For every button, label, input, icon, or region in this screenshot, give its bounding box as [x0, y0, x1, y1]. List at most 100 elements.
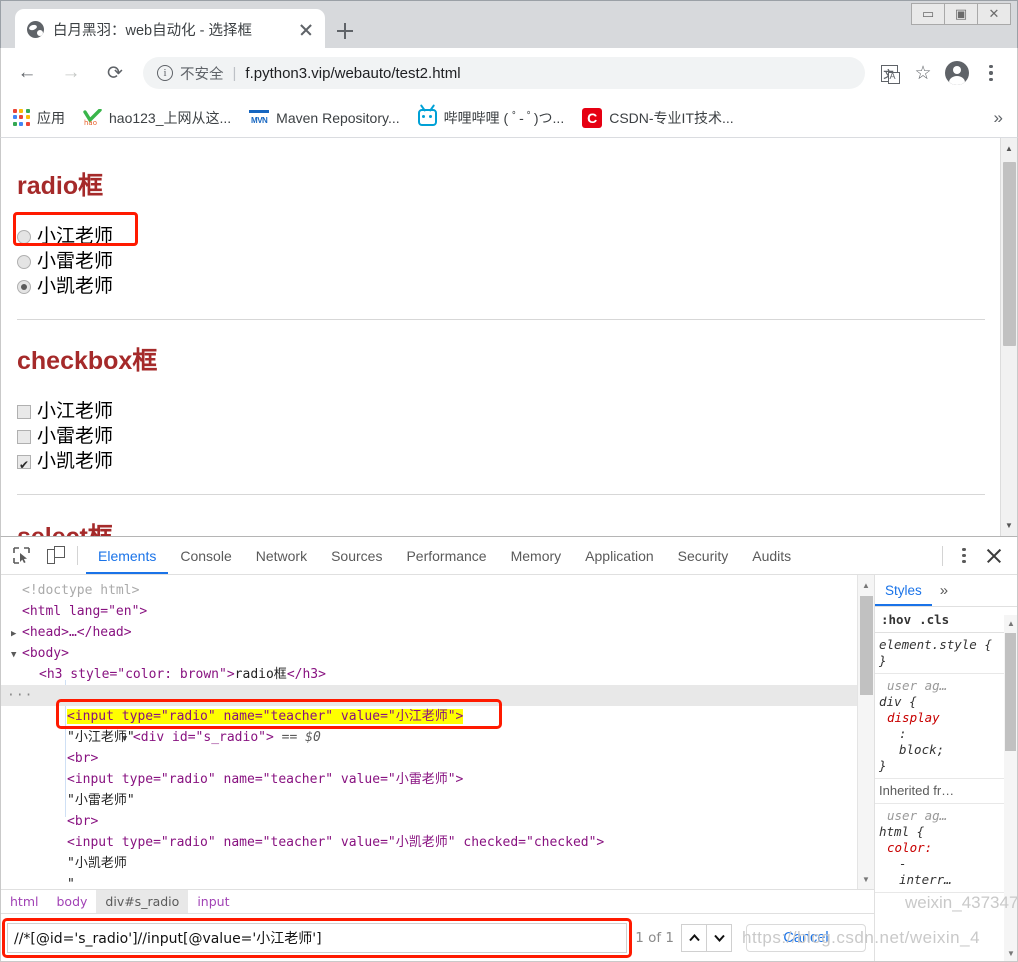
scroll-down-icon[interactable]: ▼: [1006, 947, 1016, 959]
checkbox-option-row[interactable]: 小雷老师: [17, 424, 985, 449]
dom-line[interactable]: "小凯老师: [1, 853, 857, 874]
bookmark-item-maven[interactable]: MVN Maven Repository...: [249, 109, 400, 126]
minimize-button[interactable]: ▭: [911, 3, 945, 25]
dom-line[interactable]: <input type="radio" name="teacher" value…: [1, 706, 857, 727]
bookmarks-overflow-icon[interactable]: »: [994, 108, 1003, 128]
styles-scrollbar[interactable]: ▲ ▼: [1004, 615, 1017, 961]
dom-line-selected[interactable]: ··· ▼ <div id="s_radio"> == $0: [1, 685, 857, 745]
tab-styles[interactable]: Styles: [875, 575, 932, 606]
cls-toggle[interactable]: .cls: [919, 612, 949, 627]
radio-option-row[interactable]: 小江老师: [17, 224, 985, 249]
breadcrumb-body[interactable]: body: [47, 890, 96, 913]
dom-line[interactable]: <input type="radio" name="teacher" value…: [1, 769, 857, 790]
bookmark-item-apps[interactable]: 应用: [13, 108, 65, 128]
checkbox-input[interactable]: [17, 429, 31, 444]
radio-option-row[interactable]: 小雷老师: [17, 249, 985, 274]
tab-memory[interactable]: Memory: [499, 537, 574, 574]
radio-input[interactable]: [17, 279, 31, 294]
checkbox-option-row[interactable]: 小凯老师: [17, 449, 985, 478]
scroll-up-icon[interactable]: ▲: [1001, 140, 1017, 157]
search-prev-button[interactable]: [681, 923, 707, 952]
styles-scrollbar-thumb[interactable]: [1005, 633, 1016, 751]
tab-console[interactable]: Console: [168, 537, 243, 574]
scroll-up-icon[interactable]: ▲: [858, 577, 874, 593]
forward-button[interactable]: →: [53, 55, 89, 91]
close-window-button[interactable]: ✕: [977, 3, 1011, 25]
tab-audits[interactable]: Audits: [740, 537, 803, 574]
tab-security[interactable]: Security: [666, 537, 741, 574]
tab-elements[interactable]: Elements: [86, 537, 169, 574]
search-next-button[interactable]: [706, 923, 732, 952]
dom-line[interactable]: <!doctype html>: [1, 580, 857, 601]
tab-network[interactable]: Network: [244, 537, 319, 574]
bookmark-star-icon[interactable]: ☆: [907, 57, 939, 89]
maximize-icon: ▣: [954, 6, 968, 22]
dom-scrollbar[interactable]: ▲ ▼: [857, 575, 874, 889]
bookmark-item-bilibili[interactable]: 哔哩哔哩 ( ﾟ- ﾟ)つ...: [417, 104, 564, 128]
radio-option-row[interactable]: 小凯老师: [17, 274, 985, 299]
dom-line[interactable]: <input type="radio" name="teacher" value…: [1, 832, 857, 853]
dom-line[interactable]: "小雷老师": [1, 790, 857, 811]
address-bar[interactable]: i 不安全 | f.python3.vip/webauto/test2.html: [143, 57, 865, 89]
new-tab-button[interactable]: [333, 19, 357, 43]
checkbox-input[interactable]: [17, 404, 31, 419]
styles-more-icon[interactable]: »: [940, 582, 948, 599]
tab-performance[interactable]: Performance: [394, 537, 498, 574]
browser-tab[interactable]: 白月黑羽：web自动化 - 选择框: [15, 9, 325, 49]
page-scrollbar[interactable]: ▲ ▼: [1000, 138, 1017, 536]
close-icon[interactable]: [295, 18, 317, 40]
reload-button[interactable]: ⟳: [97, 55, 133, 91]
scroll-up-icon[interactable]: ▲: [1006, 617, 1016, 629]
radio-input[interactable]: [17, 254, 31, 269]
dom-scrollbar-thumb[interactable]: [860, 596, 873, 695]
radio-input[interactable]: [17, 229, 31, 244]
inspect-element-icon[interactable]: [8, 542, 35, 569]
bookmark-item-csdn[interactable]: C CSDN-专业IT技术...: [582, 107, 734, 128]
search-input[interactable]: [7, 922, 628, 953]
scroll-down-icon[interactable]: ▼: [858, 871, 874, 887]
dom-line[interactable]: "小江老师": [1, 727, 857, 748]
cancel-button[interactable]: Cancel: [746, 923, 866, 952]
dom-line[interactable]: <h3 style="color: brown">radio框</h3>: [1, 664, 857, 685]
bookmark-item-hao123[interactable]: hao hao123_上网从这...: [83, 108, 231, 128]
style-rule-html[interactable]: user ag… html { color: - interr…: [875, 804, 1004, 893]
dom-line[interactable]: ▼ <body>: [1, 643, 857, 664]
avatar[interactable]: [941, 57, 973, 89]
devtools-kebab-menu-icon[interactable]: [953, 547, 975, 564]
maximize-button[interactable]: ▣: [944, 3, 978, 25]
device-toolbar-icon[interactable]: [42, 542, 69, 569]
checkbox-input[interactable]: [17, 453, 31, 478]
overflow-dots-icon[interactable]: ···: [7, 685, 33, 706]
tab-application[interactable]: Application: [573, 537, 666, 574]
style-value[interactable]: interr…: [879, 872, 1000, 888]
style-property[interactable]: color:: [879, 840, 1000, 856]
dom-line[interactable]: <html lang="en">: [1, 601, 857, 622]
style-rule-div[interactable]: user ag… div { display : block; }: [875, 674, 1004, 779]
tab-sources[interactable]: Sources: [319, 537, 394, 574]
page-scrollbar-thumb[interactable]: [1003, 162, 1016, 346]
scroll-down-icon[interactable]: ▼: [1001, 517, 1017, 534]
breadcrumb-html[interactable]: html: [1, 890, 47, 913]
devtools-close-icon[interactable]: [981, 543, 1007, 569]
bookmark-label: Maven Repository...: [276, 109, 400, 126]
breadcrumb-div-s-radio[interactable]: div#s_radio: [96, 890, 189, 913]
back-button[interactable]: ←: [9, 55, 45, 91]
breadcrumb-input[interactable]: input: [188, 890, 238, 913]
dom-h3-text: radio框: [234, 667, 287, 682]
collapse-triangle-icon[interactable]: ▼: [11, 645, 22, 666]
style-value[interactable]: block;: [879, 742, 1000, 758]
style-property[interactable]: display: [879, 710, 1000, 726]
checkbox-option-row[interactable]: 小江老师: [17, 399, 985, 424]
style-rule-element-style[interactable]: element.style { }: [875, 633, 1004, 674]
hov-toggle[interactable]: :hov: [881, 612, 911, 627]
styles-rules-list[interactable]: element.style { } user ag… div { display…: [875, 633, 1004, 961]
dom-line[interactable]: ": [1, 874, 857, 889]
dom-line[interactable]: <br>: [1, 748, 857, 769]
expand-triangle-icon[interactable]: ▶: [11, 624, 22, 645]
dom-line[interactable]: <br>: [1, 811, 857, 832]
dom-tree[interactable]: <!doctype html> <html lang="en"> ▶ <head>…: [1, 575, 857, 889]
kebab-menu-icon[interactable]: [975, 57, 1007, 89]
translate-icon[interactable]: 文A: [873, 57, 905, 89]
dom-line[interactable]: ▶ <head>…</head>: [1, 622, 857, 643]
info-icon[interactable]: i: [157, 65, 173, 81]
